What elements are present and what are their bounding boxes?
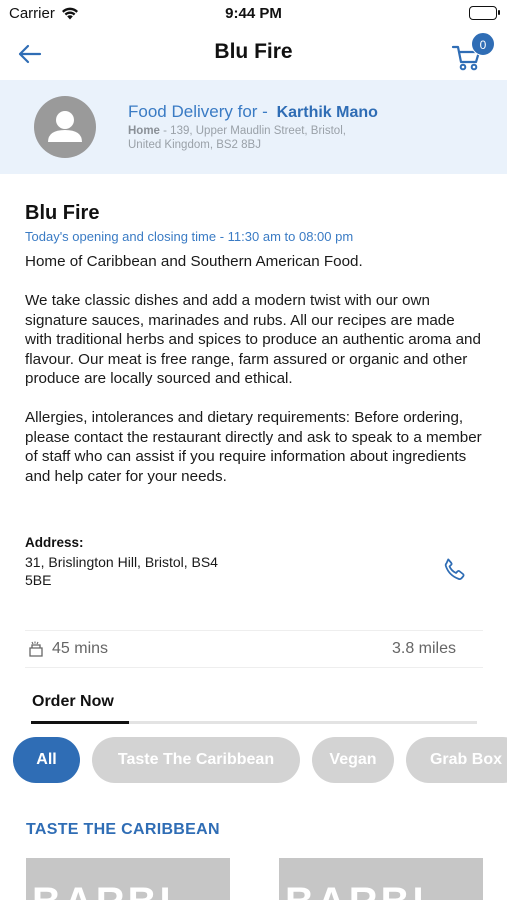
clock: 9:44 PM: [225, 5, 282, 22]
status-bar: Carrier 9:44 PM: [0, 0, 507, 28]
menu-item-image: BARBI: [32, 880, 174, 900]
description-text: We take classic dishes and add a modern …: [25, 292, 481, 387]
delivery-stats: 45 mins 3.8 miles: [25, 630, 483, 668]
address-type-label: Home: [128, 125, 160, 137]
delivery-prefix: Food Delivery for -: [128, 102, 268, 121]
delivery-heading: Food Delivery for - Karthik Mano: [128, 102, 378, 122]
delivery-box-icon: [29, 641, 43, 657]
category-chips: All Taste The Caribbean Vegan Grab Box: [0, 737, 507, 783]
phone-icon: [444, 558, 465, 580]
address-text: - 139, Upper Maudlin Street, Bristol, Un…: [128, 125, 346, 151]
section-title: TASTE THE CARIBBEAN: [26, 821, 220, 838]
cart-count-badge: 0: [471, 32, 495, 56]
category-chip-all[interactable]: All: [13, 737, 80, 783]
back-button[interactable]: [14, 38, 46, 70]
category-chip-grab-box[interactable]: Grab Box: [406, 737, 507, 783]
avatar: [34, 96, 96, 158]
tagline: Home of Caribbean and Southern American …: [25, 253, 363, 270]
call-button[interactable]: [440, 555, 470, 585]
delivery-distance: 3.8 miles: [391, 640, 456, 657]
restaurant-address: 31, Brislington Hill, Bristol, BS4 5BE: [25, 554, 218, 588]
allergy-note: Allergies, intolerances and dietary requ…: [25, 409, 482, 485]
user-icon: [48, 111, 82, 142]
delivery-address: Home - 139, Upper Maudlin Street, Bristo…: [128, 124, 368, 152]
category-chip-taste-the-caribbean[interactable]: Taste The Caribbean: [92, 737, 300, 783]
restaurant-name: Blu Fire: [25, 202, 100, 224]
delivery-banner[interactable]: Food Delivery for - Karthik Mano Home - …: [0, 80, 507, 174]
cart-button[interactable]: 0: [451, 32, 495, 74]
tab-order-now[interactable]: Order Now: [32, 693, 114, 711]
restaurant-description: Home of Caribbean and Southern American …: [25, 252, 485, 506]
address-label: Address:: [25, 535, 84, 550]
menu-item-card[interactable]: BARBI: [279, 858, 483, 900]
customer-name: Karthik Mano: [276, 104, 378, 121]
opening-hours: Today's opening and closing time - 11:30…: [25, 229, 354, 244]
menu-item-card[interactable]: BARBI: [26, 858, 230, 900]
delivery-time: 45 mins: [52, 640, 109, 657]
page-title: Blu Fire: [214, 40, 293, 63]
menu-item-image: BARBI: [285, 880, 427, 900]
category-chip-vegan[interactable]: Vegan: [312, 737, 394, 783]
arrow-left-icon: [18, 44, 42, 64]
nav-bar: Blu Fire 0: [0, 28, 507, 80]
tab-indicator: [31, 721, 129, 724]
battery-icon: [469, 6, 500, 20]
